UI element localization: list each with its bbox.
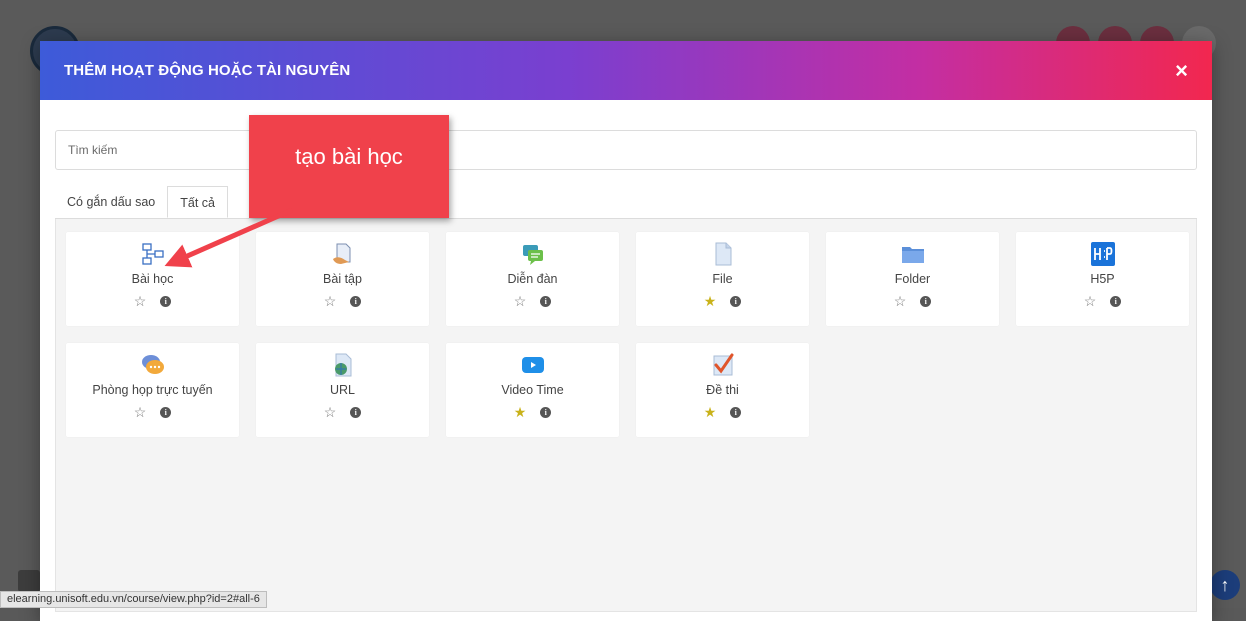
activity-label: Đề thi bbox=[706, 383, 739, 397]
file-icon bbox=[715, 242, 731, 266]
star-icon[interactable]: ★ bbox=[704, 294, 717, 308]
add-activity-modal: THÊM HOẠT ĐỘNG HOẶC TÀI NGUYÊN × Có gắn … bbox=[40, 41, 1212, 621]
activity-card-folder[interactable]: Folder ☆ i bbox=[826, 232, 999, 326]
info-icon[interactable]: i bbox=[540, 295, 552, 307]
assignment-icon bbox=[332, 243, 350, 264]
info-icon[interactable]: i bbox=[920, 295, 932, 307]
drawer-toggle-button bbox=[18, 570, 40, 592]
activity-actions: ☆ i bbox=[894, 294, 932, 308]
folder-icon bbox=[901, 247, 924, 263]
info-icon[interactable]: i bbox=[350, 295, 362, 307]
info-icon[interactable]: i bbox=[350, 406, 362, 418]
close-icon[interactable]: × bbox=[1175, 59, 1188, 82]
activity-label: Phòng họp trực tuyến bbox=[92, 383, 213, 397]
h5p-icon bbox=[1090, 242, 1115, 266]
star-icon[interactable]: ☆ bbox=[134, 405, 147, 419]
info-icon[interactable]: i bbox=[730, 406, 742, 418]
activity-label: File bbox=[712, 272, 733, 286]
activity-label: H5P bbox=[1090, 272, 1115, 286]
star-icon[interactable]: ☆ bbox=[324, 294, 337, 308]
activity-actions: ★ i bbox=[514, 405, 552, 419]
star-icon[interactable]: ☆ bbox=[134, 294, 147, 308]
activity-card-assignment[interactable]: Bài tập ☆ i bbox=[256, 232, 429, 326]
star-icon[interactable]: ☆ bbox=[894, 294, 907, 308]
activity-actions: ☆ i bbox=[1084, 294, 1122, 308]
forum-icon bbox=[522, 245, 543, 265]
lesson-icon bbox=[141, 243, 164, 265]
video-icon bbox=[521, 357, 544, 373]
info-icon[interactable]: i bbox=[160, 406, 172, 418]
info-icon[interactable]: i bbox=[730, 295, 742, 307]
activity-card-file[interactable]: File ★ i bbox=[636, 232, 809, 326]
url-icon bbox=[334, 353, 351, 377]
modal-title: THÊM HOẠT ĐỘNG HOẶC TÀI NGUYÊN bbox=[64, 62, 351, 79]
activity-label: Diễn đàn bbox=[507, 272, 558, 286]
star-icon[interactable]: ☆ bbox=[324, 405, 337, 419]
quiz-icon bbox=[713, 353, 733, 376]
activity-label: Bài học bbox=[131, 272, 174, 286]
star-icon[interactable]: ☆ bbox=[514, 294, 527, 308]
activity-card-forum[interactable]: Diễn đàn ☆ i bbox=[446, 232, 619, 326]
activity-grid: Bài học ☆ i Bài tập ☆ i Diễn đàn ☆ i Fil… bbox=[66, 232, 1189, 437]
scroll-top-button[interactable]: ↑ bbox=[1210, 570, 1240, 600]
activity-actions: ☆ i bbox=[514, 294, 552, 308]
activity-label: Folder bbox=[894, 272, 931, 286]
activity-card-h5p[interactable]: H5P ☆ i bbox=[1016, 232, 1189, 326]
meeting-icon bbox=[141, 355, 164, 374]
info-icon[interactable]: i bbox=[540, 406, 552, 418]
info-icon[interactable]: i bbox=[1110, 295, 1122, 307]
tab-starred[interactable]: Có gắn dấu sao bbox=[55, 186, 167, 218]
star-icon[interactable]: ★ bbox=[514, 405, 527, 419]
activity-grid-area: Bài học ☆ i Bài tập ☆ i Diễn đàn ☆ i Fil… bbox=[55, 219, 1197, 612]
search-input[interactable] bbox=[55, 130, 1197, 170]
tab-all[interactable]: Tất cả bbox=[167, 186, 229, 218]
activity-card-meeting[interactable]: Phòng họp trực tuyến ☆ i bbox=[66, 343, 239, 437]
star-icon[interactable]: ★ bbox=[704, 405, 717, 419]
activity-card-url[interactable]: URL ☆ i bbox=[256, 343, 429, 437]
activity-actions: ☆ i bbox=[324, 294, 362, 308]
activity-label: Bài tập bbox=[323, 272, 362, 286]
activity-label: Video Time bbox=[501, 383, 564, 397]
modal-header: THÊM HOẠT ĐỘNG HOẶC TÀI NGUYÊN × bbox=[40, 41, 1212, 100]
modal-body: Có gắn dấu sao Tất cả Bài học ☆ i bbox=[40, 100, 1212, 612]
annotation-callout: tạo bài học bbox=[249, 115, 449, 218]
activity-actions: ☆ i bbox=[324, 405, 362, 419]
status-bar-url: elearning.unisoft.edu.vn/course/view.php… bbox=[0, 591, 267, 608]
activity-actions: ★ i bbox=[704, 405, 742, 419]
activity-card-lesson[interactable]: Bài học ☆ i bbox=[66, 232, 239, 326]
activity-card-video-time[interactable]: Video Time ★ i bbox=[446, 343, 619, 437]
activity-label: URL bbox=[329, 383, 355, 397]
activity-actions: ☆ i bbox=[134, 294, 172, 308]
tab-bar: Có gắn dấu sao Tất cả bbox=[55, 186, 1197, 219]
activity-card-quiz[interactable]: Đề thi ★ i bbox=[636, 343, 809, 437]
info-icon[interactable]: i bbox=[160, 295, 172, 307]
star-icon[interactable]: ☆ bbox=[1084, 294, 1097, 308]
activity-actions: ☆ i bbox=[134, 405, 172, 419]
activity-actions: ★ i bbox=[704, 294, 742, 308]
